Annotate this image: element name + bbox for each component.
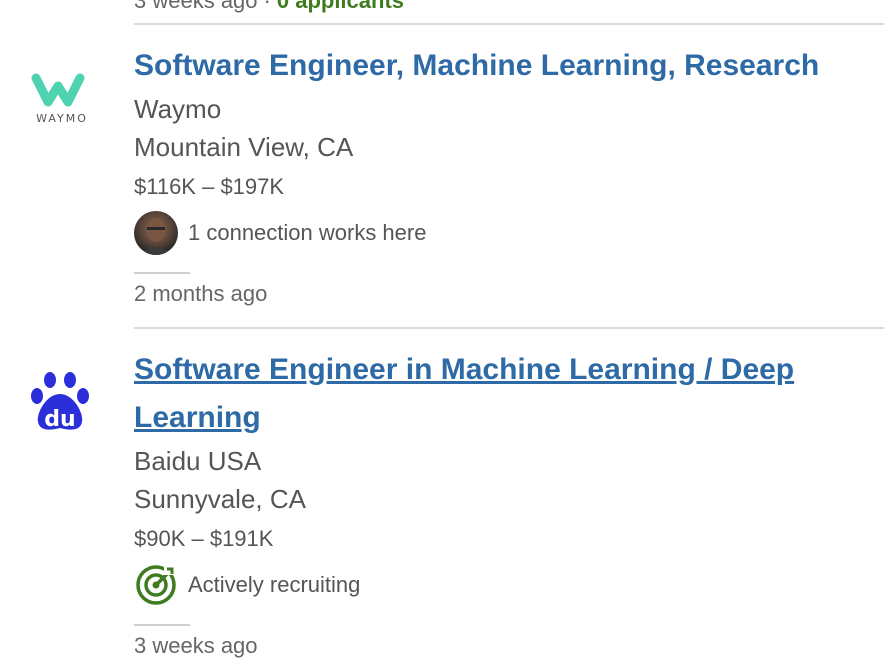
job-location: Mountain View, CA xyxy=(134,132,354,162)
job-title-link[interactable]: Software Engineer in Machine Learning / … xyxy=(134,346,864,442)
job-location: Sunnyvale, CA xyxy=(134,484,306,514)
job-divider xyxy=(134,23,884,25)
company-name: Baidu USA xyxy=(134,446,262,476)
insight-text: 1 connection works here xyxy=(188,220,427,245)
posted-time: 2 months ago xyxy=(134,281,268,306)
connection-avatar xyxy=(134,211,178,255)
radar-icon xyxy=(134,563,178,607)
job-divider xyxy=(134,327,884,329)
baidu-logo: du xyxy=(28,370,108,439)
waymo-logo-text: WAYMO xyxy=(36,112,88,124)
meta-separator: · xyxy=(263,0,271,13)
previous-job-time-ago: 3 weeks ago xyxy=(134,0,258,13)
previous-job-applicants: 0 applicants xyxy=(276,0,405,13)
insight-text: Actively recruiting xyxy=(188,572,361,597)
connection-insight: 1 connection works here xyxy=(134,208,864,258)
posted-time: 3 weeks ago xyxy=(134,633,258,658)
salary-range: $90K – $191K xyxy=(134,526,274,551)
recruiting-insight: Actively recruiting xyxy=(134,560,864,610)
salary-range: $116K – $197K xyxy=(134,174,285,199)
waymo-logo: WAYMO xyxy=(22,72,102,129)
job-title-link[interactable]: Software Engineer, Machine Learning, Res… xyxy=(134,42,864,90)
baidu-logo-text: du xyxy=(44,407,75,432)
previous-job-meta: 3 weeks ago · 0 applicants xyxy=(134,0,404,14)
company-name: Waymo xyxy=(134,94,222,124)
